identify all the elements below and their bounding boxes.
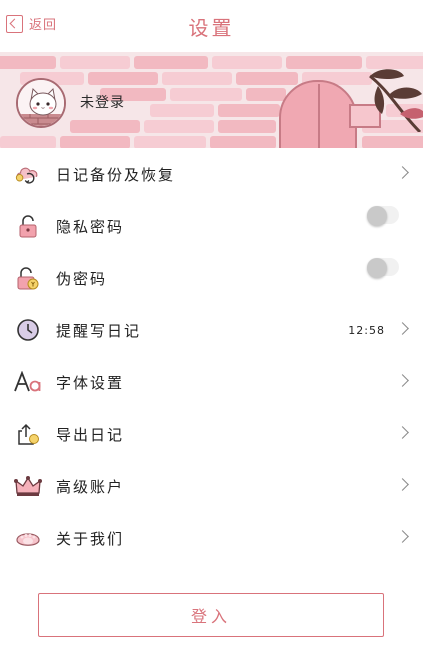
lock-coin-icon	[14, 265, 42, 291]
settings-item-label: 导出日记	[56, 425, 125, 444]
settings-list: 日记备份及恢复 隐私密码 伪密码 提醒写日记 12:58 字体设置 导出日记 高…	[0, 148, 423, 564]
chevron-right-icon	[396, 478, 409, 491]
brick	[218, 120, 276, 133]
settings-item-label: 隐私密码	[56, 217, 125, 236]
toggle-knob	[367, 206, 387, 226]
paw-icon	[14, 525, 42, 551]
settings-item-label: 日记备份及恢复	[56, 165, 176, 184]
profile-banner: 未登录	[0, 52, 423, 148]
avatar[interactable]	[16, 78, 66, 128]
lock-icon	[14, 213, 42, 239]
header: 返回 设置	[0, 0, 423, 52]
chevron-right-icon	[396, 322, 409, 335]
cloud-sync-icon	[14, 161, 42, 187]
settings-item-backup[interactable]: 日记备份及恢复	[0, 148, 423, 200]
fake-password-toggle[interactable]	[367, 258, 399, 278]
door-illustration	[279, 80, 357, 148]
clock-icon	[14, 317, 42, 343]
brick	[218, 104, 280, 117]
cat-avatar-icon	[18, 80, 64, 126]
brick	[362, 136, 423, 148]
crown-icon	[14, 473, 42, 499]
chevron-right-icon	[396, 166, 409, 179]
settings-item-premium[interactable]: 高级账户	[0, 460, 423, 512]
settings-item-reminder[interactable]: 提醒写日记 12:58	[0, 304, 423, 356]
settings-item-font[interactable]: 字体设置	[0, 356, 423, 408]
brick	[144, 120, 214, 133]
brick	[60, 56, 130, 69]
settings-item-label: 关于我们	[56, 529, 125, 548]
brick	[236, 72, 298, 85]
reminder-time: 12:58	[348, 323, 385, 337]
brick	[286, 56, 362, 69]
settings-item-privacy[interactable]: 隐私密码	[0, 200, 423, 252]
chevron-right-icon	[396, 530, 409, 543]
brick	[210, 136, 276, 148]
brick	[0, 56, 56, 69]
brick	[162, 72, 232, 85]
brick	[170, 88, 242, 101]
page-title: 设置	[188, 16, 235, 40]
settings-item-label: 提醒写日记	[56, 321, 142, 340]
brick	[60, 136, 130, 148]
export-icon	[14, 421, 42, 447]
settings-item-label: 伪密码	[56, 269, 108, 288]
brick	[134, 136, 206, 148]
brick	[246, 88, 286, 101]
settings-item-export[interactable]: 导出日记	[0, 408, 423, 460]
settings-item-label: 字体设置	[56, 373, 125, 392]
brick	[150, 104, 214, 117]
brick	[88, 72, 158, 85]
privacy-password-toggle[interactable]	[367, 206, 399, 226]
settings-item-label: 高级账户	[56, 477, 125, 496]
brick	[0, 136, 56, 148]
brick	[134, 56, 208, 69]
plant-illustration	[369, 69, 423, 132]
settings-item-about[interactable]: 关于我们	[0, 512, 423, 564]
chevron-right-icon	[396, 426, 409, 439]
font-icon	[14, 369, 42, 395]
toggle-knob	[367, 258, 387, 278]
brick	[70, 120, 140, 133]
profile-name[interactable]: 未登录	[80, 92, 125, 112]
settings-item-fake-password[interactable]: 伪密码	[0, 252, 423, 304]
brick	[212, 56, 282, 69]
login-button[interactable]: 登入	[38, 593, 384, 637]
chevron-right-icon	[396, 374, 409, 387]
